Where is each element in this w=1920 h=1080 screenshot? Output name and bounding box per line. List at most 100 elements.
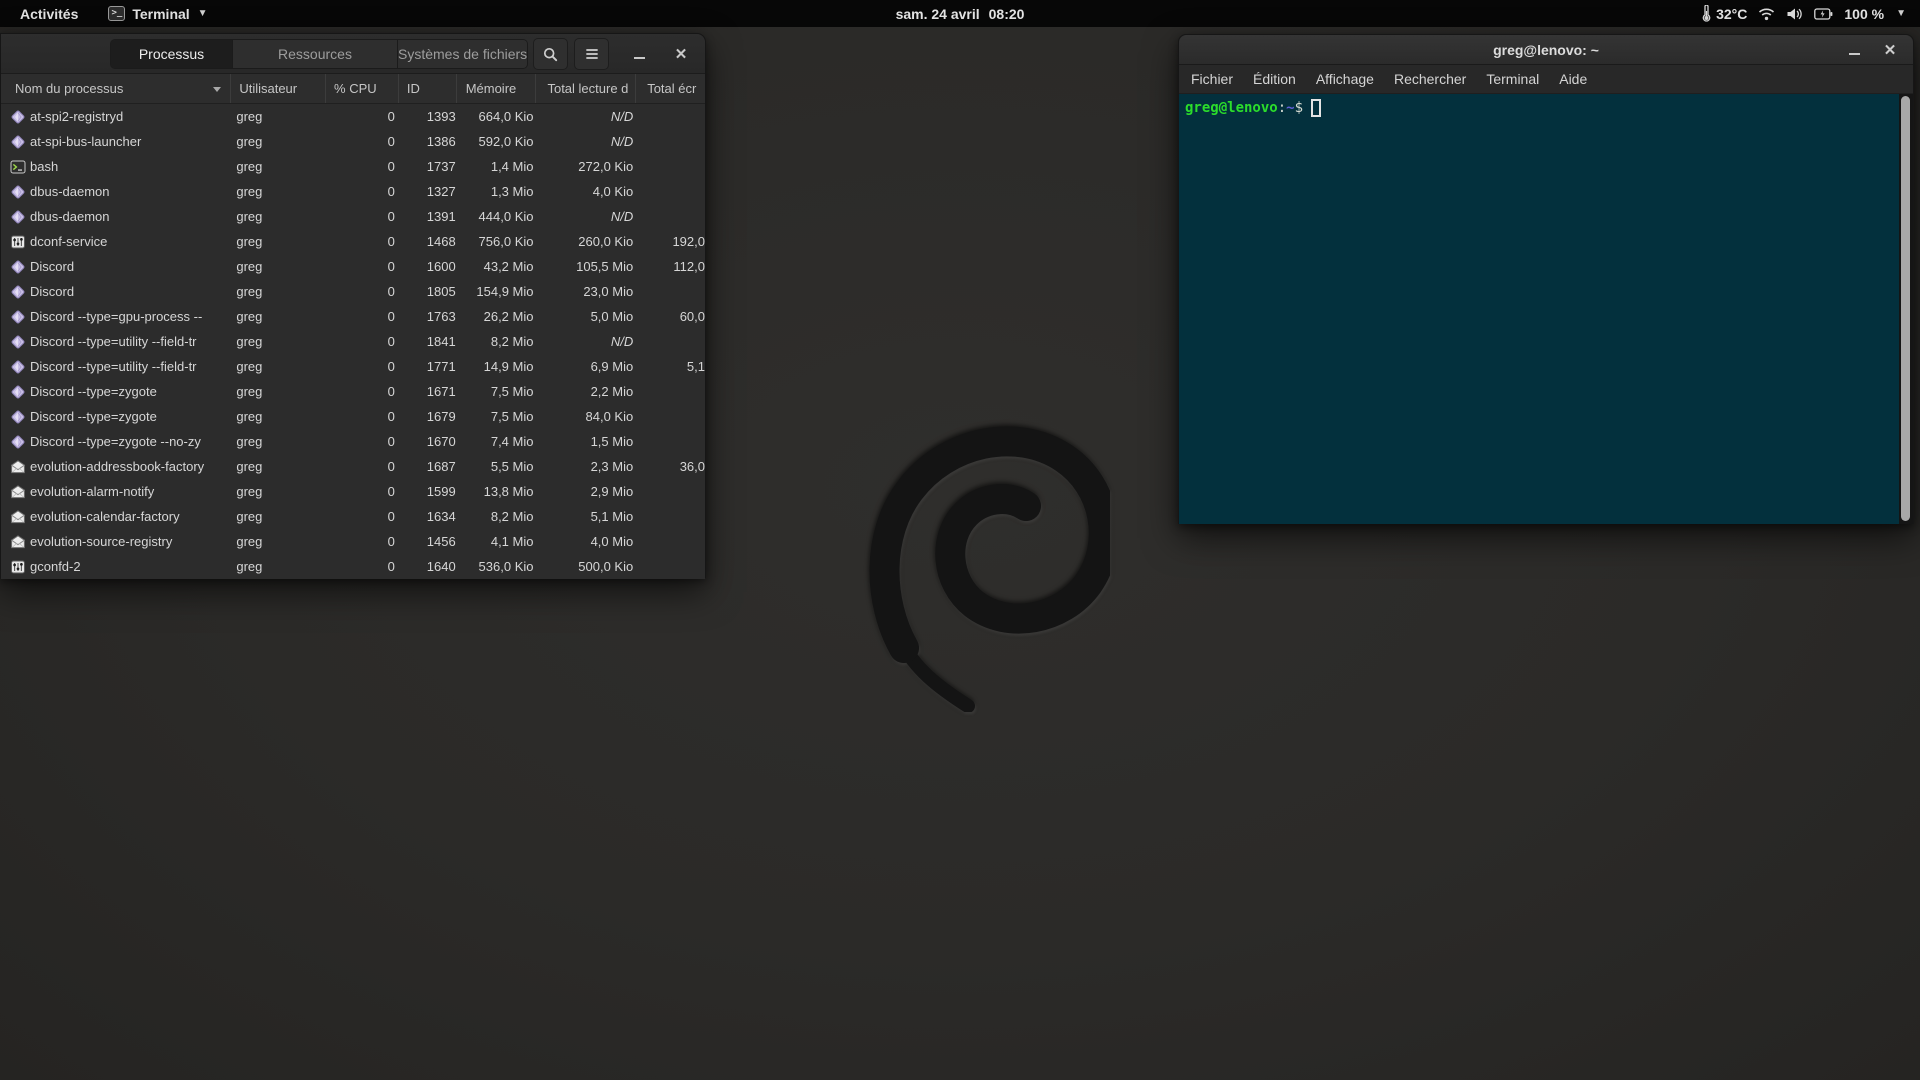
column-header-disk-write[interactable]: Total écr — [636, 74, 705, 103]
process-disk-write — [636, 129, 705, 154]
status-area[interactable]: 32°C 100 % ▼ — [1702, 5, 1920, 22]
menu-item[interactable]: Rechercher — [1384, 65, 1476, 93]
diamond-icon — [10, 109, 26, 125]
table-row[interactable]: evolution-addressbook-factory greg 0 168… — [1, 454, 705, 479]
process-cpu: 0 — [326, 304, 399, 329]
process-name: evolution-addressbook-factory — [30, 459, 204, 474]
process-id: 1634 — [399, 504, 457, 529]
clock-button[interactable]: sam. 24 avril 08:20 — [896, 6, 1025, 22]
process-disk-read: 6,9 Mio — [536, 354, 636, 379]
diamond-icon — [10, 184, 26, 200]
process-name: dbus-daemon — [30, 209, 110, 224]
column-header-memory[interactable]: Mémoire — [457, 74, 537, 103]
process-name: Discord — [30, 284, 74, 299]
table-row[interactable]: evolution-alarm-notify greg 0 1599 13,8 … — [1, 479, 705, 504]
column-header-cpu[interactable]: % CPU — [326, 74, 399, 103]
table-row[interactable]: dbus-daemon greg 0 1327 1,3 Mio 4,0 Kio — [1, 179, 705, 204]
clock-date: sam. 24 avril — [896, 6, 980, 22]
table-row[interactable]: Discord --type=utility --field-tr greg 0… — [1, 329, 705, 354]
table-row[interactable]: dconf-service greg 0 1468 756,0 Kio 260,… — [1, 229, 705, 254]
terminal-screen[interactable]: greg@lenovo:~$ — [1179, 94, 1913, 524]
menu-item[interactable]: Affichage — [1306, 65, 1384, 93]
table-row[interactable]: Discord --type=zygote greg 0 1679 7,5 Mi… — [1, 404, 705, 429]
process-name: dbus-daemon — [30, 184, 110, 199]
menu-item[interactable]: Aide — [1549, 65, 1597, 93]
column-header-user[interactable]: Utilisateur — [231, 74, 326, 103]
column-header-id[interactable]: ID — [399, 74, 457, 103]
table-row[interactable]: evolution-source-registry greg 0 1456 4,… — [1, 529, 705, 554]
process-disk-read: 5,0 Mio — [536, 304, 636, 329]
menu-item[interactable]: Fichier — [1181, 65, 1243, 93]
scrollbar-thumb[interactable] — [1901, 96, 1910, 521]
terminal-scrollbar[interactable] — [1899, 94, 1913, 524]
table-row[interactable]: Discord --type=zygote greg 0 1671 7,5 Mi… — [1, 379, 705, 404]
desktop: Activités >_ Terminal ▼ sam. 24 avril 08… — [0, 0, 1920, 1080]
process-disk-read: 2,2 Mio — [536, 379, 636, 404]
process-memory: 4,1 Mio — [457, 529, 537, 554]
terminal-title: greg@lenovo: ~ — [1493, 42, 1599, 58]
process-id: 1687 — [399, 454, 457, 479]
column-header-disk-read[interactable]: Total lecture d — [536, 74, 636, 103]
table-row[interactable]: Discord --type=zygote --no-zy greg 0 167… — [1, 429, 705, 454]
column-header-name[interactable]: Nom du processus — [1, 74, 231, 103]
view-tab[interactable]: Ressources — [233, 40, 398, 68]
terminal-icon — [10, 159, 26, 175]
table-row[interactable]: dbus-daemon greg 0 1391 444,0 Kio N/D — [1, 204, 705, 229]
battery-percent-label: 100 % — [1844, 6, 1884, 22]
diamond-icon — [10, 134, 26, 150]
process-cpu: 0 — [326, 479, 399, 504]
top-bar: Activités >_ Terminal ▼ sam. 24 avril 08… — [0, 0, 1920, 27]
system-monitor-titlebar[interactable]: Processus Ressources Systèmes de fichier… — [1, 34, 705, 74]
menu-button[interactable] — [574, 38, 609, 70]
process-name: Discord --type=utility --field-tr — [30, 359, 197, 374]
process-disk-read: 4,0 Mio — [536, 529, 636, 554]
process-id: 1600 — [399, 254, 457, 279]
process-user: greg — [231, 429, 326, 454]
table-row[interactable]: Discord --type=gpu-process -- greg 0 176… — [1, 304, 705, 329]
process-user: greg — [231, 379, 326, 404]
process-user: greg — [231, 554, 326, 579]
table-row[interactable]: evolution-calendar-factory greg 0 1634 8… — [1, 504, 705, 529]
process-disk-read: 105,5 Mio — [536, 254, 636, 279]
table-row[interactable]: bash greg 0 1737 1,4 Mio 272,0 Kio — [1, 154, 705, 179]
menu-item[interactable]: Édition — [1243, 65, 1306, 93]
process-disk-write — [636, 504, 705, 529]
table-row[interactable]: Discord --type=utility --field-tr greg 0… — [1, 354, 705, 379]
app-menu-button[interactable]: >_ Terminal ▼ — [108, 6, 207, 22]
dconf-icon — [10, 559, 26, 575]
activities-button[interactable]: Activités — [16, 6, 82, 22]
process-id: 1386 — [399, 129, 457, 154]
process-name: at-spi2-registryd — [30, 109, 123, 124]
menu-item[interactable]: Terminal — [1476, 65, 1549, 93]
prompt-path: ~ — [1286, 100, 1294, 116]
view-tab[interactable]: Processus — [111, 40, 233, 68]
process-memory: 5,5 Mio — [457, 454, 537, 479]
minimize-button[interactable] — [624, 34, 654, 74]
process-id: 1679 — [399, 404, 457, 429]
mail-icon — [10, 534, 26, 550]
process-disk-read: 1,5 Mio — [536, 429, 636, 454]
process-disk-write: 112,0 — [636, 254, 705, 279]
table-row[interactable]: at-spi2-registryd greg 0 1393 664,0 Kio … — [1, 104, 705, 129]
terminal-titlebar[interactable]: greg@lenovo: ~ ✕ — [1179, 35, 1913, 65]
process-user: greg — [231, 229, 326, 254]
terminal-minimize-button[interactable] — [1837, 35, 1871, 65]
table-row[interactable]: gconfd-2 greg 0 1640 536,0 Kio 500,0 Kio — [1, 554, 705, 579]
process-memory: 8,2 Mio — [457, 329, 537, 354]
table-row[interactable]: Discord greg 0 1600 43,2 Mio 105,5 Mio 1… — [1, 254, 705, 279]
terminal-close-button[interactable]: ✕ — [1873, 35, 1907, 65]
diamond-icon — [10, 284, 26, 300]
close-button[interactable]: ✕ — [666, 34, 696, 74]
search-button[interactable] — [533, 38, 568, 70]
process-memory: 8,2 Mio — [457, 504, 537, 529]
table-row[interactable]: Discord greg 0 1805 154,9 Mio 23,0 Mio — [1, 279, 705, 304]
process-id: 1763 — [399, 304, 457, 329]
process-name: at-spi-bus-launcher — [30, 134, 141, 149]
process-memory: 664,0 Kio — [457, 104, 537, 129]
view-tab[interactable]: Systèmes de fichiers — [398, 40, 527, 68]
process-id: 1456 — [399, 529, 457, 554]
process-cpu: 0 — [326, 154, 399, 179]
terminal-cursor — [1311, 99, 1321, 117]
terminal-app-icon: >_ — [108, 6, 125, 21]
table-row[interactable]: at-spi-bus-launcher greg 0 1386 592,0 Ki… — [1, 129, 705, 154]
